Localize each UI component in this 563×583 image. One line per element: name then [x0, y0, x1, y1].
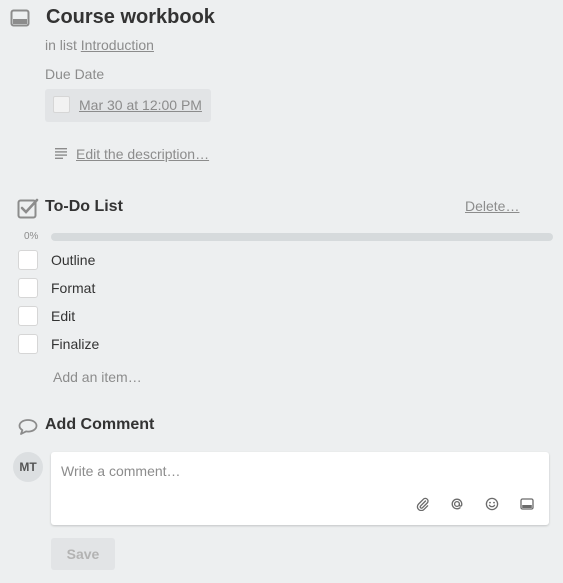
due-date-label: Due Date	[45, 66, 105, 82]
checklist-item[interactable]: Outline	[18, 250, 538, 272]
checklist-item-checkbox[interactable]	[18, 250, 38, 270]
in-list-prefix: in list	[45, 37, 77, 53]
card-link-icon[interactable]	[519, 496, 535, 512]
checklist-progress-bar	[51, 233, 553, 241]
checklist-item[interactable]: Format	[18, 278, 538, 300]
description-icon	[55, 148, 67, 159]
save-button[interactable]: Save	[51, 538, 115, 570]
edit-description-link[interactable]: Edit the description…	[76, 146, 209, 162]
avatar[interactable]: MT	[13, 452, 43, 482]
card-title[interactable]: Course workbook	[46, 6, 215, 29]
checklist-icon	[17, 197, 39, 219]
checklist-item-label[interactable]: Edit	[51, 308, 75, 324]
checklist-item-label[interactable]: Outline	[51, 252, 95, 268]
in-list-line: in list Introduction	[45, 37, 154, 53]
delete-checklist-link[interactable]: Delete…	[465, 198, 519, 214]
checklist-item[interactable]: Finalize	[18, 334, 538, 356]
comment-box[interactable]	[51, 452, 549, 525]
mention-icon[interactable]	[449, 496, 465, 512]
checklist-item-checkbox[interactable]	[18, 334, 38, 354]
checklist-item-checkbox[interactable]	[18, 278, 38, 298]
emoji-icon[interactable]	[484, 496, 500, 512]
card-icon	[10, 8, 30, 28]
comment-icon	[18, 418, 38, 436]
checklist-item-checkbox[interactable]	[18, 306, 38, 326]
due-date-badge[interactable]: Mar 30 at 12:00 PM	[45, 89, 211, 122]
checklist-item-label[interactable]: Format	[51, 280, 95, 296]
checklist-item-label[interactable]: Finalize	[51, 336, 99, 352]
attachment-icon[interactable]	[415, 496, 431, 512]
due-complete-checkbox[interactable]	[53, 96, 70, 113]
due-date-value[interactable]: Mar 30 at 12:00 PM	[79, 97, 202, 113]
progress-percent: 0%	[24, 231, 39, 242]
add-checklist-item-link[interactable]: Add an item…	[53, 369, 142, 385]
checklist-title[interactable]: To-Do List	[45, 198, 123, 216]
checklist-item[interactable]: Edit	[18, 306, 538, 328]
list-name-link[interactable]: Introduction	[81, 37, 154, 53]
comment-input[interactable]	[61, 460, 531, 482]
add-comment-title: Add Comment	[45, 416, 155, 433]
